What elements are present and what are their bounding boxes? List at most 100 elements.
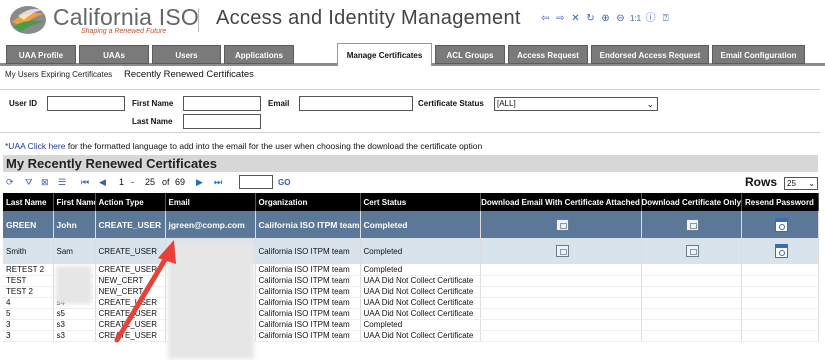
rows-label: Rows xyxy=(745,175,778,189)
brand-name: California ISO xyxy=(53,4,199,30)
download-certificate-icon[interactable] xyxy=(686,245,699,257)
info-icon[interactable]: ⓘ xyxy=(645,13,656,24)
first-name-label: First Name xyxy=(132,99,174,108)
cell-download-cert-only xyxy=(641,286,742,298)
redacted-emails xyxy=(168,241,254,359)
cell-organization: California ISO ITPM team xyxy=(255,286,361,298)
cell-download-email-cert xyxy=(480,297,642,309)
table-row[interactable]: 5 s5 CREATE_USER California ISO ITPM tea… xyxy=(3,308,819,320)
cell-last-name: 5 xyxy=(3,308,54,320)
grid-title: My Recently Renewed Certificates xyxy=(3,155,818,172)
table-row[interactable]: 3 s3 CREATE_USER California ISO ITPM tea… xyxy=(3,319,819,331)
table-row[interactable]: 3 s3 CREATE_USER California ISO ITPM tea… xyxy=(3,330,819,342)
col-organization[interactable]: Organization xyxy=(255,193,361,211)
col-resend-password[interactable]: Resend Password xyxy=(741,193,819,211)
table-row[interactable]: TEST 2 NEW_CERT California ISO ITPM team… xyxy=(3,286,819,298)
header-divider xyxy=(198,8,199,32)
columns-icon[interactable]: ☰ xyxy=(58,177,66,188)
tab-applications[interactable]: Applications xyxy=(224,45,294,64)
cell-download-cert-only xyxy=(641,308,742,320)
table-row[interactable]: GREEN John CREATE_USER jgreen@comp.com C… xyxy=(3,211,819,238)
refresh-icon[interactable]: ⟳ xyxy=(6,177,14,188)
cell-resend-password xyxy=(741,330,819,342)
cell-download-email-cert xyxy=(480,286,642,298)
filter-panel: User ID First Name Email Certificate Sta… xyxy=(0,89,820,133)
tab-manage-certificates[interactable]: Manage Certificates xyxy=(337,43,432,66)
tab-bar: UAA Profile UAAs Users Applications Mana… xyxy=(0,42,825,66)
export-excel-icon[interactable]: ⊠ xyxy=(41,177,49,188)
resend-password-icon[interactable] xyxy=(774,244,788,258)
california-iso-logo-icon xyxy=(10,6,46,34)
previous-page-icon[interactable]: ◀ xyxy=(99,177,106,188)
brand-tagline: Shaping a Renewed Future xyxy=(81,28,167,35)
last-name-label: Last Name xyxy=(132,117,173,126)
zoom-out-icon[interactable]: ⊖ xyxy=(615,13,626,24)
chevron-down-icon: ⌄ xyxy=(646,99,654,109)
uaa-click-here-link[interactable]: *UAA Click here xyxy=(5,141,65,151)
col-download-email-cert[interactable]: Download Email With Certificate Attached xyxy=(480,193,642,211)
cell-resend-password xyxy=(741,308,819,320)
last-name-input[interactable] xyxy=(183,114,261,129)
next-page-icon[interactable]: ▶ xyxy=(196,177,203,188)
tab-uaas[interactable]: UAAs xyxy=(79,45,149,64)
zoom-in-icon[interactable]: ⊕ xyxy=(600,13,611,24)
download-certificate-icon[interactable] xyxy=(686,218,699,231)
table-row[interactable]: RETEST 2 CREATE_USER California ISO ITPM… xyxy=(3,264,819,276)
col-download-cert-only[interactable]: Download Certificate Only xyxy=(641,193,742,211)
col-first-name[interactable]: First Name xyxy=(53,193,96,211)
cell-download-email-cert xyxy=(480,319,642,331)
cell-first-name: Sam xyxy=(53,238,96,264)
table-row[interactable]: 4 s4 CREATE_USER California ISO ITPM tea… xyxy=(3,297,819,309)
download-email-certificate-icon[interactable] xyxy=(555,245,569,257)
col-email[interactable]: Email xyxy=(165,193,256,211)
cell-cert-status: UAA Did Not Collect Certificate xyxy=(360,286,481,298)
subnav-expiring-certificates[interactable]: My Users Expiring Certificates xyxy=(5,70,112,79)
cell-first-name: s5 xyxy=(53,308,96,320)
col-action-type[interactable]: Action Type xyxy=(95,193,166,211)
certificate-status-label: Certificate Status xyxy=(418,99,484,108)
first-name-input[interactable] xyxy=(183,96,261,111)
back-arrow-icon[interactable]: ⇦ xyxy=(540,13,551,24)
cell-action-type: CREATE_USER xyxy=(95,308,166,320)
close-icon[interactable]: ✕ xyxy=(570,13,581,24)
table-row[interactable]: Smith Sam CREATE_USER California ISO ITP… xyxy=(3,238,819,264)
rows-per-page-select[interactable]: 25 ⌄ xyxy=(784,177,818,190)
tab-acl-groups[interactable]: ACL Groups xyxy=(435,45,505,64)
cell-resend-password xyxy=(741,211,819,238)
cell-action-type: CREATE_USER xyxy=(95,330,166,342)
first-page-icon[interactable]: ⏮ xyxy=(81,177,89,188)
help-icon[interactable]: ⍰ xyxy=(660,13,671,24)
tab-users[interactable]: Users xyxy=(152,45,221,64)
user-id-input[interactable] xyxy=(47,96,125,111)
cell-last-name: GREEN xyxy=(3,211,54,238)
table-row[interactable]: TEST NEW_CERT California ISO ITPM team U… xyxy=(3,275,819,287)
cell-download-cert-only xyxy=(641,319,742,331)
email-input[interactable] xyxy=(299,96,413,111)
subnav-recently-renewed[interactable]: Recently Renewed Certificates xyxy=(124,69,254,80)
cell-download-cert-only xyxy=(641,211,742,238)
tab-uaa-profile[interactable]: UAA Profile xyxy=(6,45,76,64)
app-title: Access and Identity Management xyxy=(216,7,521,29)
last-page-icon[interactable]: ⏭ xyxy=(214,177,222,188)
certificates-table: Last Name First Name Action Type Email O… xyxy=(3,193,819,342)
cell-action-type: CREATE_USER xyxy=(95,319,166,331)
col-last-name[interactable]: Last Name xyxy=(3,193,54,211)
go-button[interactable]: GO xyxy=(278,178,290,187)
filter-icon[interactable]: ⛛ xyxy=(25,177,33,188)
tab-access-request[interactable]: Access Request xyxy=(508,45,588,64)
col-cert-status[interactable]: Cert Status xyxy=(360,193,481,211)
cell-action-type: NEW_CERT xyxy=(95,275,166,287)
tab-email-configuration[interactable]: Email Configuration xyxy=(712,45,805,64)
page-total: 69 xyxy=(175,177,186,187)
actual-size-icon[interactable]: 1:1 xyxy=(630,13,641,24)
certificate-status-select[interactable]: [ALL] ⌄ xyxy=(494,97,658,111)
tab-endorsed-access-request[interactable]: Endorsed Access Request xyxy=(591,45,709,64)
cell-action-type: CREATE_USER xyxy=(95,238,166,264)
cell-resend-password xyxy=(741,238,819,264)
cell-action-type: CREATE_USER xyxy=(95,297,166,309)
refresh-icon[interactable]: ↻ xyxy=(585,13,596,24)
page-jump-input[interactable] xyxy=(239,175,273,189)
download-email-certificate-icon[interactable] xyxy=(555,218,569,231)
forward-arrow-icon[interactable]: ⇨ xyxy=(555,13,566,24)
resend-password-icon[interactable] xyxy=(774,217,788,232)
